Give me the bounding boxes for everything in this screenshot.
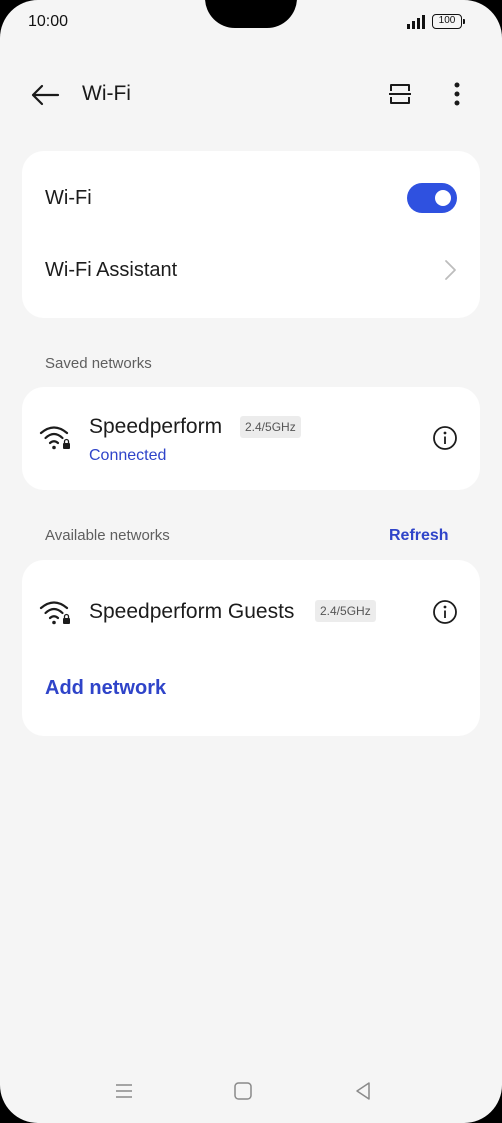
scan-icon[interactable] bbox=[384, 78, 416, 110]
toggle-knob bbox=[435, 190, 451, 206]
info-icon[interactable] bbox=[432, 599, 458, 625]
back-arrow-icon[interactable] bbox=[28, 78, 62, 112]
battery-level: 100 bbox=[438, 15, 456, 26]
chevron-right-icon bbox=[445, 260, 456, 280]
wifi-locked-icon bbox=[39, 601, 70, 625]
info-icon[interactable] bbox=[432, 425, 458, 451]
available-networks-card: Speedperform Guests 2.4/5GHz Add network bbox=[22, 560, 480, 736]
menu-icon[interactable] bbox=[113, 1080, 135, 1102]
phone-screen: 10:00 100 Wi-Fi Wi-Fi Wi-Fi Assistant Sa… bbox=[0, 0, 502, 1123]
connection-status: Connected bbox=[89, 447, 167, 464]
band-badge: 2.4/5GHz bbox=[315, 600, 376, 622]
wifi-assistant-row[interactable]: Wi-Fi Assistant bbox=[22, 237, 480, 307]
system-nav-bar bbox=[0, 1068, 502, 1114]
signal-icon bbox=[407, 15, 425, 29]
wifi-locked-icon bbox=[39, 426, 70, 450]
add-network-button[interactable]: Add network bbox=[45, 677, 166, 700]
refresh-button[interactable]: Refresh bbox=[389, 527, 449, 545]
wifi-assistant-label: Wi-Fi Assistant bbox=[45, 259, 178, 281]
home-icon[interactable] bbox=[232, 1080, 254, 1102]
battery-icon: 100 bbox=[432, 14, 465, 29]
wifi-settings-card: Wi-Fi Wi-Fi Assistant bbox=[22, 151, 480, 318]
more-vert-icon[interactable] bbox=[443, 78, 471, 110]
camera-notch bbox=[205, 0, 297, 28]
status-bar: 10:00 100 bbox=[0, 0, 502, 44]
status-time: 10:00 bbox=[28, 13, 69, 30]
app-bar: Wi-Fi bbox=[0, 64, 502, 124]
network-row[interactable]: Speedperform 2.4/5GHz Connected bbox=[22, 387, 422, 490]
saved-networks-card: Speedperform 2.4/5GHz Connected bbox=[22, 387, 480, 490]
band-badge: 2.4/5GHz bbox=[240, 416, 301, 438]
wifi-label: Wi-Fi bbox=[45, 187, 92, 209]
available-networks-header: Available networks bbox=[45, 527, 170, 544]
back-triangle-icon[interactable] bbox=[352, 1080, 374, 1102]
network-row[interactable]: Speedperform Guests 2.4/5GHz bbox=[22, 560, 422, 660]
wifi-toggle[interactable] bbox=[407, 183, 457, 213]
network-name: Speedperform bbox=[89, 415, 223, 438]
network-name: Speedperform Guests bbox=[89, 600, 295, 623]
saved-networks-header: Saved networks bbox=[45, 355, 152, 372]
page-title: Wi-Fi bbox=[82, 82, 131, 105]
